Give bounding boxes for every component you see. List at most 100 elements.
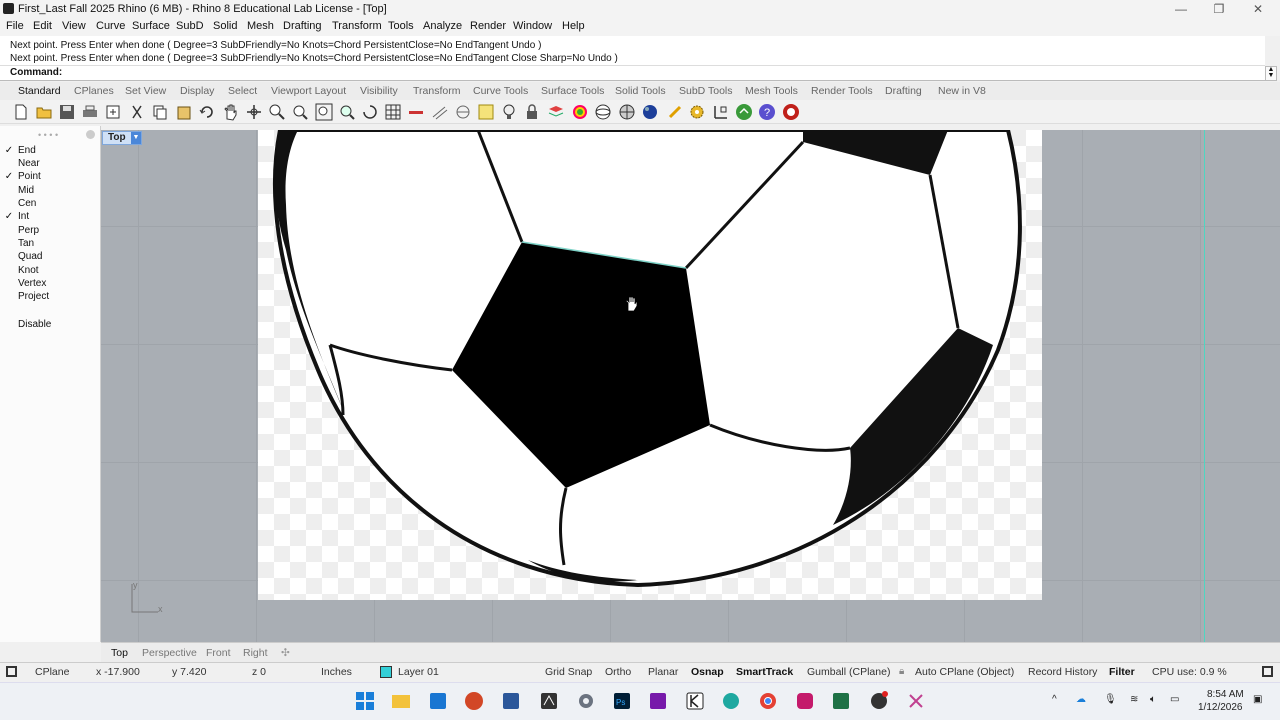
clock-time[interactable]: 8:54 AM — [1207, 689, 1244, 700]
battery-icon[interactable]: ▭ — [1170, 694, 1179, 705]
volume-icon[interactable]: 🔈︎ — [1150, 694, 1156, 705]
word-icon[interactable] — [500, 690, 522, 712]
open-icon[interactable] — [35, 103, 53, 121]
autocplane-toggle[interactable]: Auto CPlane (Object) — [915, 666, 1014, 678]
menu-surface[interactable]: Surface — [132, 20, 170, 32]
rotate-view-icon[interactable] — [245, 103, 263, 121]
ortho-toggle[interactable]: Ortho — [605, 666, 631, 678]
tab-select[interactable]: Select — [228, 85, 257, 97]
curve-icon[interactable] — [454, 103, 472, 121]
tab-render-tools[interactable]: Render Tools — [811, 85, 873, 97]
outlook-icon[interactable] — [427, 690, 449, 712]
panel-grip[interactable]: • • • • — [38, 130, 58, 140]
zoom-window-icon[interactable] — [291, 103, 309, 121]
menu-tools[interactable]: Tools — [388, 20, 414, 32]
checkbox-icon[interactable] — [4, 159, 14, 169]
menu-window[interactable]: Window — [513, 20, 552, 32]
checkbox-icon[interactable] — [4, 279, 14, 289]
cut-icon[interactable] — [128, 103, 146, 121]
tab-transform[interactable]: Transform — [413, 85, 460, 97]
tab-display[interactable]: Display — [180, 85, 214, 97]
menu-render[interactable]: Render — [470, 20, 506, 32]
cplane-label[interactable]: CPlane — [35, 666, 69, 678]
maximize-button[interactable]: ❐ — [1204, 1, 1234, 17]
snap-icon[interactable] — [666, 103, 684, 121]
hatch-icon[interactable] — [431, 103, 449, 121]
help-icon[interactable]: ? — [758, 103, 776, 121]
excel-icon[interactable] — [830, 690, 852, 712]
import-icon[interactable] — [104, 103, 122, 121]
chrome-icon[interactable] — [757, 690, 779, 712]
mesh-sphere-icon[interactable] — [618, 103, 636, 121]
zoom-extents-icon[interactable] — [315, 103, 333, 121]
microphone-icon[interactable]: 🎙︎ — [1104, 694, 1117, 705]
checkbox-icon[interactable]: ✓ — [4, 172, 14, 182]
command-scroll-arrows[interactable]: ▲ ▼ — [1265, 66, 1277, 81]
tab-right[interactable]: Right — [243, 647, 268, 659]
menu-drafting[interactable]: Drafting — [283, 20, 322, 32]
gumball-icon[interactable] — [712, 103, 730, 121]
onedrive-icon[interactable]: ☁ — [1076, 694, 1086, 705]
menu-transform[interactable]: Transform — [332, 20, 382, 32]
grasshopper-icon[interactable] — [735, 103, 753, 121]
tab-visibility[interactable]: Visibility — [360, 85, 398, 97]
tab-viewport-layout[interactable]: Viewport Layout — [271, 85, 346, 97]
tab-surface-tools[interactable]: Surface Tools — [541, 85, 604, 97]
menu-curve[interactable]: Curve — [96, 20, 125, 32]
undo-icon[interactable] — [198, 103, 216, 121]
tab-cplanes[interactable]: CPlanes — [74, 85, 114, 97]
lightbulb-icon[interactable] — [500, 103, 518, 121]
onenote-icon[interactable] — [647, 690, 669, 712]
windows-start-icon[interactable] — [354, 690, 376, 712]
record-history-toggle[interactable]: Record History — [1028, 666, 1097, 678]
pan-icon[interactable] — [221, 103, 239, 121]
lock-icon[interactable] — [523, 103, 541, 121]
keyshot-icon[interactable] — [684, 690, 706, 712]
zoom-selected-icon[interactable] — [338, 103, 356, 121]
checkbox-icon[interactable]: ✓ — [4, 212, 14, 222]
viewport-title[interactable]: Top ▼ — [102, 131, 142, 145]
tab-solid-tools[interactable]: Solid Tools — [615, 85, 666, 97]
panel-toggle-icon[interactable] — [6, 666, 17, 677]
command-line[interactable]: Command: — [0, 66, 1265, 81]
points-icon[interactable] — [477, 103, 495, 121]
panel-toggle-right-icon[interactable] — [1262, 666, 1273, 677]
snipping-tool-icon[interactable] — [905, 690, 927, 712]
minimize-button[interactable]: — — [1166, 1, 1196, 17]
checkbox-icon[interactable]: ✓ — [4, 146, 14, 156]
layer-icon[interactable] — [547, 103, 565, 121]
notification-icon[interactable]: ▣ — [1253, 694, 1262, 705]
smarttrack-toggle[interactable]: SmartTrack — [736, 666, 793, 678]
gear-icon[interactable] — [688, 103, 706, 121]
tab-drafting[interactable]: Drafting — [885, 85, 922, 97]
paste-icon[interactable] — [175, 103, 193, 121]
tab-subd-tools[interactable]: SubD Tools — [679, 85, 733, 97]
panel-gear-icon[interactable] — [86, 130, 95, 139]
tab-mesh-tools[interactable]: Mesh Tools — [745, 85, 798, 97]
rhino-icon[interactable] — [782, 103, 800, 121]
wifi-icon[interactable]: ≋ — [1130, 694, 1138, 705]
grid-icon[interactable] — [384, 103, 402, 121]
menu-file[interactable]: File — [6, 20, 24, 32]
osnap-toggle[interactable]: Osnap — [691, 666, 724, 678]
clock-date[interactable]: 1/12/2026 — [1198, 702, 1243, 713]
powerpoint-icon[interactable] — [463, 690, 485, 712]
viewport-menu-arrow-icon[interactable]: ▼ — [131, 132, 141, 144]
rhino-taskbar-icon[interactable] — [538, 690, 560, 712]
photoshop-icon[interactable]: Ps — [611, 690, 633, 712]
menu-subd[interactable]: SubD — [176, 20, 204, 32]
file-explorer-icon[interactable] — [390, 690, 412, 712]
tab-new-in-v8[interactable]: New in V8 — [938, 85, 986, 97]
tab-curve-tools[interactable]: Curve Tools — [473, 85, 528, 97]
checkbox-icon[interactable] — [4, 266, 14, 276]
gumball-toggle[interactable]: Gumball (CPlane) — [807, 666, 890, 678]
creative-cloud-icon[interactable] — [794, 690, 816, 712]
checkbox-icon[interactable] — [4, 199, 14, 209]
sphere-icon[interactable] — [594, 103, 612, 121]
point-icon[interactable] — [407, 103, 425, 121]
menu-mesh[interactable]: Mesh — [247, 20, 274, 32]
add-viewport-tab-icon[interactable]: ✣ — [281, 647, 290, 659]
tray-chevron-icon[interactable]: ^ — [1052, 694, 1057, 705]
close-button[interactable]: ✕ — [1243, 1, 1273, 17]
zoom-icon[interactable] — [268, 103, 286, 121]
